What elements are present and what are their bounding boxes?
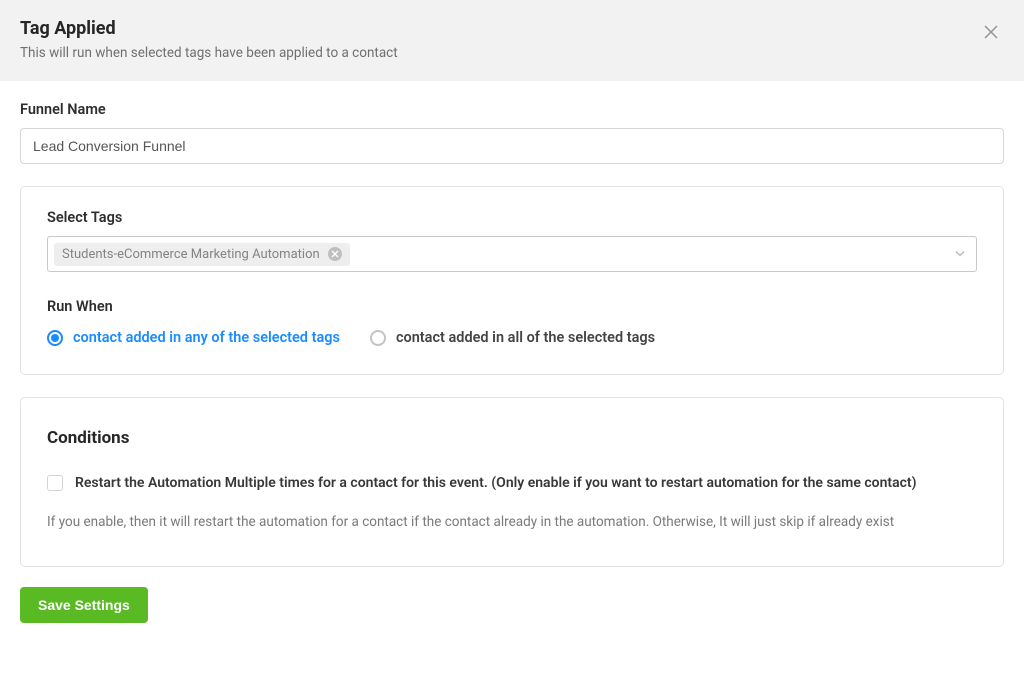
modal-header: Tag Applied This will run when selected …	[0, 0, 1024, 81]
radio-circle-icon	[47, 330, 63, 346]
radio-option-any[interactable]: contact added in any of the selected tag…	[47, 329, 340, 346]
run-when-section: Run When contact added in any of the sel…	[47, 298, 977, 346]
restart-checkbox-label: Restart the Automation Multiple times fo…	[75, 474, 917, 494]
radio-label-all: contact added in all of the selected tag…	[396, 329, 655, 346]
tags-card: Select Tags Students-eCommerce Marketing…	[20, 186, 1004, 375]
radio-circle-icon	[370, 330, 386, 346]
funnel-name-label: Funnel Name	[20, 101, 1004, 118]
funnel-name-section: Funnel Name	[20, 101, 1004, 164]
tag-chip-label: Students-eCommerce Marketing Automation	[62, 247, 320, 262]
restart-checkbox-row: Restart the Automation Multiple times fo…	[47, 474, 977, 494]
restart-checkbox[interactable]	[47, 475, 63, 491]
tag-chip-remove[interactable]	[328, 247, 342, 261]
chevron-down-icon	[954, 245, 966, 264]
page-subtitle: This will run when selected tags have be…	[20, 45, 1004, 61]
close-button[interactable]	[984, 24, 1000, 40]
run-when-label: Run When	[47, 298, 977, 315]
save-settings-button[interactable]: Save Settings	[20, 587, 148, 623]
funnel-name-input[interactable]	[20, 128, 1004, 164]
conditions-card: Conditions Restart the Automation Multip…	[20, 397, 1004, 567]
conditions-help-text: If you enable, then it will restart the …	[47, 512, 977, 532]
select-tags-label: Select Tags	[47, 209, 977, 226]
close-icon	[331, 250, 339, 258]
radio-label-any: contact added in any of the selected tag…	[73, 329, 340, 346]
radio-option-all[interactable]: contact added in all of the selected tag…	[370, 329, 655, 346]
page-title: Tag Applied	[20, 18, 1004, 39]
close-icon	[984, 25, 998, 39]
conditions-title: Conditions	[47, 428, 977, 448]
run-when-radio-group: contact added in any of the selected tag…	[47, 329, 977, 346]
tag-chip: Students-eCommerce Marketing Automation	[54, 243, 350, 266]
tags-multiselect[interactable]: Students-eCommerce Marketing Automation	[47, 236, 977, 272]
footer: Save Settings	[0, 587, 1024, 643]
